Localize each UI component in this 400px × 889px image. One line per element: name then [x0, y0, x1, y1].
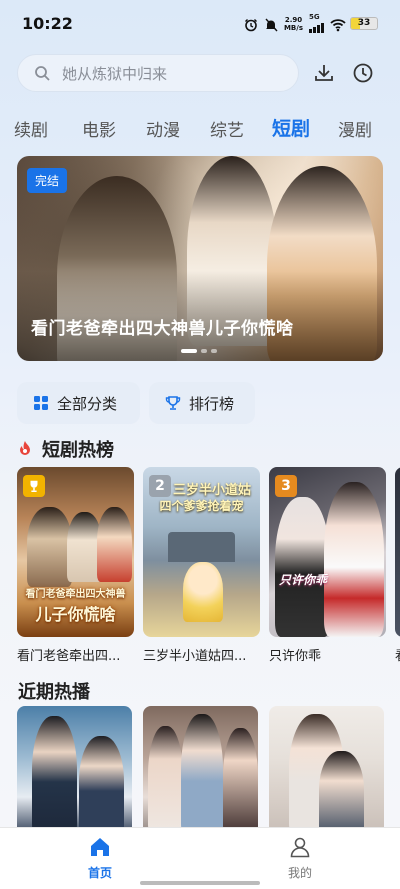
drama-title: 只许你乖 [269, 649, 322, 664]
user-icon [289, 836, 311, 858]
drama-title: 看门老爸牵出四... [17, 649, 121, 664]
status-badge: 完结 [27, 168, 68, 193]
wifi-icon [330, 17, 346, 31]
fire-icon [18, 440, 32, 456]
cellular-signal-icon: 5G [309, 14, 324, 33]
drama-poster [395, 467, 400, 637]
category-tabs: 续剧 电影 动漫 综艺 短剧 漫剧 [0, 108, 400, 144]
tab-variety[interactable]: 综艺 [210, 116, 244, 141]
carousel-dot [201, 349, 207, 353]
hot-drama-list: 看门老爸牵出四大神兽 儿子你慌啥 看门老爸牵出四... 2 三岁半小道姑 四个爹… [17, 467, 400, 667]
recent-drama-card[interactable] [269, 706, 384, 836]
featured-banner[interactable]: 完结 看门老爸牵出四大神兽儿子你慌啥 [17, 156, 383, 361]
bottom-nav: 首页 我的 [0, 827, 400, 889]
drama-poster: 看门老爸牵出四大神兽 儿子你慌啥 [17, 467, 134, 637]
recent-section-title: 近期热播 [18, 682, 90, 703]
tab-series[interactable]: 续剧 [14, 116, 48, 141]
rank-badge: 3 [275, 475, 297, 497]
drama-poster: 2 三岁半小道姑 四个爹爹抢着宠 [143, 467, 260, 637]
tab-comic-drama[interactable]: 漫剧 [338, 116, 372, 141]
trophy-icon [165, 395, 181, 411]
drama-card[interactable]: 看 [395, 467, 400, 664]
nav-profile[interactable]: 我的 [270, 836, 330, 881]
ranking-button[interactable]: 排行榜 [149, 382, 255, 424]
battery-icon: 33 [350, 17, 378, 30]
download-icon[interactable] [313, 62, 335, 84]
rank-badge [23, 475, 45, 497]
carousel-dot [211, 349, 217, 353]
net-speed: 2.90 MB/s [283, 15, 303, 32]
home-indicator [140, 881, 260, 885]
recent-drama-card[interactable] [143, 706, 258, 836]
recent-drama-list [17, 706, 400, 836]
recent-drama-card[interactable] [17, 706, 132, 836]
status-bar: 10:22 2.90 MB/s 5G 33 [0, 0, 400, 48]
grid-icon [33, 395, 49, 411]
tab-short-drama[interactable]: 短剧 [272, 114, 310, 141]
status-time: 10:22 [22, 14, 73, 33]
history-icon[interactable] [352, 62, 374, 84]
tab-movie[interactable]: 电影 [82, 116, 116, 141]
drama-poster: 3 只许你乖 [269, 467, 386, 637]
status-icons: 2.90 MB/s 5G 33 [244, 14, 378, 33]
search-icon [34, 65, 50, 81]
drama-card[interactable]: 3 只许你乖 只许你乖 [269, 467, 386, 664]
hot-section-title: 短剧热榜 [42, 440, 114, 461]
drama-card[interactable]: 看门老爸牵出四大神兽 儿子你慌啥 看门老爸牵出四... [17, 467, 134, 664]
mute-bell-icon [264, 17, 278, 31]
all-categories-button[interactable]: 全部分类 [17, 382, 140, 424]
trophy-icon [30, 480, 38, 493]
home-icon [89, 836, 111, 858]
drama-card[interactable]: 2 三岁半小道姑 四个爹爹抢着宠 三岁半小道姑四... [143, 467, 260, 664]
alarm-icon [244, 17, 258, 31]
search-bar[interactable]: 她从炼狱中归来 [17, 54, 299, 92]
search-placeholder: 她从炼狱中归来 [62, 64, 168, 83]
drama-title: 三岁半小道姑四... [143, 649, 247, 664]
rank-badge: 2 [149, 475, 171, 497]
carousel-indicator [181, 349, 217, 353]
carousel-dot [181, 349, 197, 353]
nav-home[interactable]: 首页 [70, 836, 130, 881]
drama-title: 看 [395, 645, 400, 664]
tab-anime[interactable]: 动漫 [146, 116, 180, 141]
banner-title: 看门老爸牵出四大神兽儿子你慌啥 [31, 319, 294, 339]
